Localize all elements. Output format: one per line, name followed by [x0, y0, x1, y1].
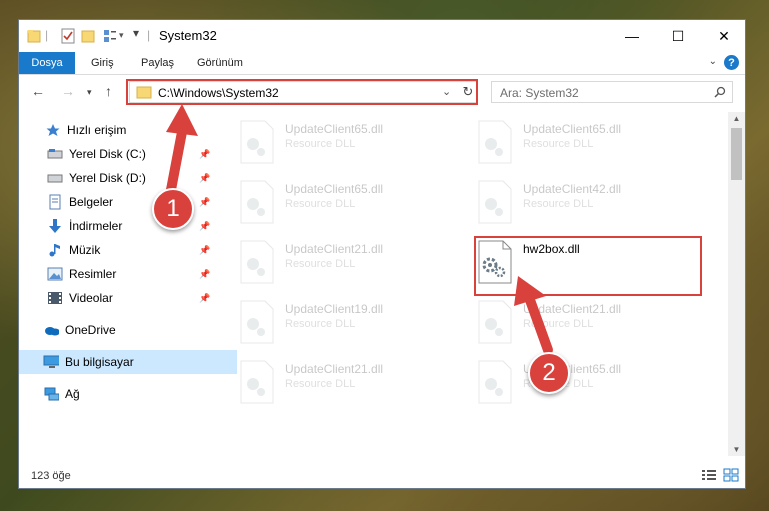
step-2-badge: 2 — [528, 352, 570, 394]
step-1-badge: 1 — [152, 188, 194, 230]
annotation-arrows — [165, 104, 553, 355]
